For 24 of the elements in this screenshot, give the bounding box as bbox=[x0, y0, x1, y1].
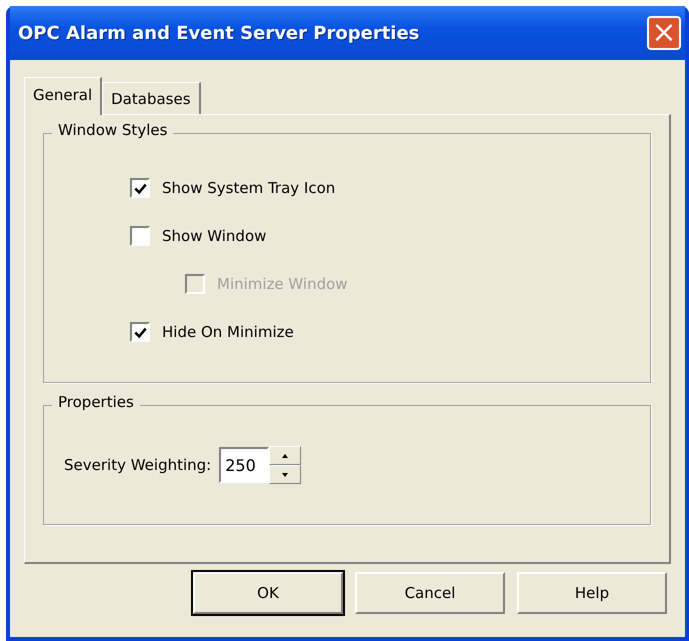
checkbox[interactable] bbox=[130, 226, 150, 246]
up-arrow-icon bbox=[282, 454, 288, 458]
tab[interactable]: Databases bbox=[102, 82, 201, 114]
spin-down-button[interactable] bbox=[269, 465, 302, 484]
group-title: Window Styles bbox=[52, 121, 174, 139]
checkbox-label: Show System Tray Icon bbox=[162, 179, 336, 197]
field-label: Severity Weighting: bbox=[64, 456, 212, 474]
dialog-button[interactable]: Help bbox=[517, 572, 667, 614]
check-icon bbox=[134, 326, 146, 338]
checkbox-label: Hide On Minimize bbox=[162, 323, 294, 341]
spin-up-button[interactable] bbox=[269, 446, 302, 465]
close-button[interactable]: × bbox=[647, 16, 681, 50]
down-arrow-icon bbox=[282, 472, 288, 476]
checkbox[interactable] bbox=[130, 178, 150, 198]
checkbox-label: Show Window bbox=[162, 227, 266, 245]
checkbox[interactable] bbox=[130, 322, 150, 342]
tab[interactable]: General bbox=[24, 77, 102, 115]
window-title: OPC Alarm and Event Server Properties bbox=[18, 22, 420, 44]
group-title: Properties bbox=[52, 393, 140, 411]
dialog-button[interactable]: Cancel bbox=[355, 572, 505, 614]
dialog-button[interactable]: OK bbox=[193, 572, 343, 614]
number-field[interactable]: 250 bbox=[219, 447, 270, 483]
checkbox-label: Minimize Window bbox=[217, 275, 348, 293]
check-icon bbox=[134, 182, 146, 194]
